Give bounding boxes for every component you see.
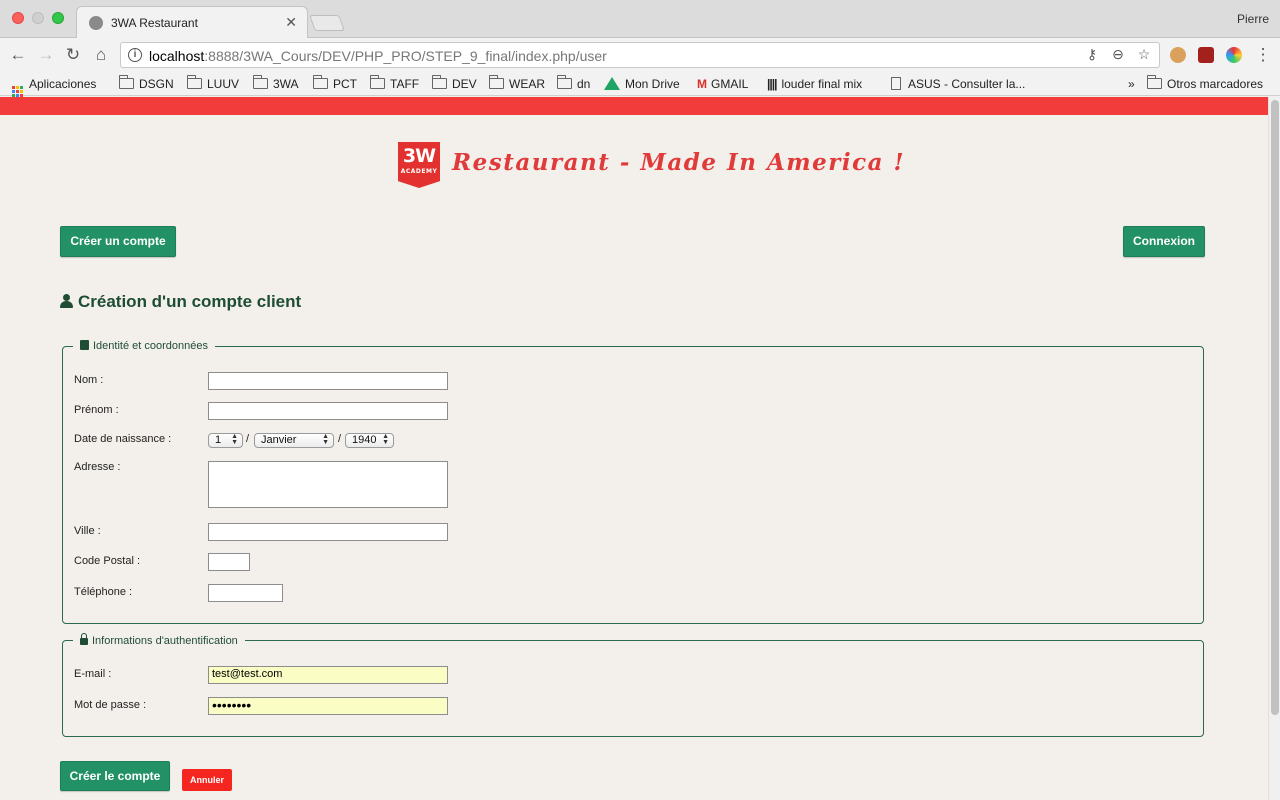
ublock-extension-icon[interactable]	[1198, 47, 1214, 63]
folder-icon	[187, 75, 202, 89]
auth-fieldset: Informations d'authentification	[62, 633, 1204, 737]
bookmark-wear[interactable]: WEAR	[489, 75, 545, 93]
birth-day-select[interactable]: 1 ▲ ▼	[208, 433, 243, 448]
telephone-label: Téléphone :	[74, 586, 133, 598]
bookmark-louder[interactable]: |||| louder final mix	[767, 75, 862, 93]
folder-icon	[370, 75, 385, 89]
nom-label: Nom :	[74, 374, 104, 386]
document-icon	[891, 77, 901, 90]
barcode-icon: ||||	[767, 77, 777, 91]
maximize-window-button[interactable]	[52, 12, 64, 24]
select-arrows-icon: ▲ ▼	[322, 433, 329, 446]
folder-icon	[432, 75, 447, 89]
browser-tab[interactable]: 3WA Restaurant ✕	[76, 6, 308, 39]
bookmark-gmail[interactable]: M GMAIL	[697, 75, 748, 93]
create-account-button[interactable]: Créer un compte	[60, 226, 176, 257]
adresse-label: Adresse :	[74, 461, 121, 473]
prenom-label: Prénom :	[74, 404, 119, 416]
cookie-extension-icon[interactable]	[1170, 47, 1186, 63]
bookmark-star-icon[interactable]: ☆	[1135, 46, 1153, 63]
bookmark-luuv[interactable]: LUUV	[187, 75, 239, 93]
login-button[interactable]: Connexion	[1123, 226, 1205, 257]
browser-toolbar: ← → ↻ ⌂ i localhost:8888/3WA_Cours/DEV/P…	[0, 38, 1280, 72]
adresse-field[interactable]	[208, 461, 448, 508]
key-icon[interactable]: ⚷	[1083, 46, 1101, 63]
site-info-icon[interactable]: i	[128, 48, 142, 62]
reload-icon[interactable]: ↻	[63, 45, 83, 65]
date-separator: /	[338, 433, 342, 445]
birth-month-select[interactable]: Janvier ▲ ▼	[254, 433, 334, 448]
folder-icon	[253, 75, 268, 89]
bookmark-pct[interactable]: PCT	[313, 75, 357, 93]
zoom-icon[interactable]: ⊖	[1109, 46, 1127, 63]
nom-field[interactable]	[208, 372, 448, 390]
bookmark-other[interactable]: Otros marcadores	[1147, 75, 1263, 93]
bookmark-dsgn[interactable]: DSGN	[119, 75, 174, 93]
select-arrows-icon: ▲ ▼	[382, 433, 389, 446]
bookmark-3wa[interactable]: 3WA	[253, 75, 299, 93]
bookmarks-overflow[interactable]: »	[1128, 75, 1135, 93]
home-icon[interactable]: ⌂	[91, 45, 111, 65]
code-postal-label: Code Postal :	[74, 555, 141, 567]
bookmark-apps[interactable]: Aplicaciones	[12, 75, 96, 97]
bookmark-dev[interactable]: DEV	[432, 75, 477, 93]
bookmark-drive[interactable]: Mon Drive	[604, 75, 680, 93]
top-accent-bar	[0, 97, 1268, 115]
birthdate-label: Date de naissance :	[74, 433, 172, 445]
color-extension-icon[interactable]	[1226, 47, 1242, 63]
email-label: E-mail :	[74, 668, 112, 680]
select-arrows-icon: ▲ ▼	[231, 433, 238, 446]
url-text[interactable]: localhost:8888/3WA_Cours/DEV/PHP_PRO/STE…	[149, 48, 607, 64]
auth-legend: Informations d'authentification	[73, 633, 245, 647]
forward-arrow-icon[interactable]: →	[36, 45, 56, 65]
ville-label: Ville :	[74, 525, 101, 537]
bookmark-taff[interactable]: TAFF	[370, 75, 419, 93]
minimize-window-button[interactable]	[32, 12, 44, 24]
apps-grid-icon	[12, 86, 23, 97]
birth-year-select[interactable]: 1940 ▲ ▼	[345, 433, 394, 448]
bookmark-asus[interactable]: ASUS - Consulter la...	[891, 75, 1025, 93]
page-content: 3W ACADEMY Restaurant - Made In America …	[0, 97, 1268, 800]
tab-title: 3WA Restaurant	[111, 16, 198, 30]
menu-icon[interactable]: ⋮	[1253, 45, 1273, 65]
back-arrow-icon[interactable]: ←	[8, 45, 28, 65]
page-scrollbar[interactable]	[1268, 97, 1280, 800]
tab-favicon-icon	[89, 16, 103, 30]
google-drive-icon	[604, 77, 620, 90]
site-title: Restaurant - Made In America !	[452, 149, 906, 176]
user-icon	[60, 294, 73, 308]
scrollbar-thumb[interactable]	[1271, 100, 1279, 715]
new-tab-button[interactable]	[309, 15, 345, 31]
tab-close-icon[interactable]: ✕	[285, 14, 297, 31]
cancel-button[interactable]: Annuler	[182, 769, 232, 791]
bookmarks-bar: Aplicaciones DSGN LUUV 3WA PCT TAFF DEV …	[0, 72, 1280, 97]
ville-field[interactable]	[208, 523, 448, 541]
browser-titlebar: 3WA Restaurant ✕ Pierre	[0, 0, 1280, 39]
folder-icon	[557, 75, 572, 89]
submit-button[interactable]: Créer le compte	[60, 761, 170, 791]
prenom-field[interactable]	[208, 402, 448, 420]
folder-icon	[119, 75, 134, 89]
address-bar[interactable]: i localhost:8888/3WA_Cours/DEV/PHP_PRO/S…	[120, 42, 1160, 68]
code-postal-field[interactable]	[208, 553, 250, 571]
book-icon	[80, 340, 89, 350]
identity-legend: Identité et coordonnées	[73, 340, 215, 352]
folder-icon	[489, 75, 504, 89]
profile-name[interactable]: Pierre	[1237, 12, 1269, 26]
3wa-logo[interactable]: 3W ACADEMY	[398, 142, 440, 188]
bookmark-dn[interactable]: dn	[557, 75, 590, 93]
lock-icon	[80, 633, 88, 645]
page-title: Création d'un compte client	[60, 292, 301, 312]
folder-icon	[1147, 75, 1162, 89]
email-field[interactable]: test@test.com	[208, 666, 448, 684]
password-field[interactable]: ••••••••	[208, 697, 448, 715]
gmail-icon: M	[697, 77, 707, 91]
telephone-field[interactable]	[208, 584, 283, 602]
password-label: Mot de passe :	[74, 699, 147, 711]
close-window-button[interactable]	[12, 12, 24, 24]
date-separator: /	[246, 433, 250, 445]
folder-icon	[313, 75, 328, 89]
